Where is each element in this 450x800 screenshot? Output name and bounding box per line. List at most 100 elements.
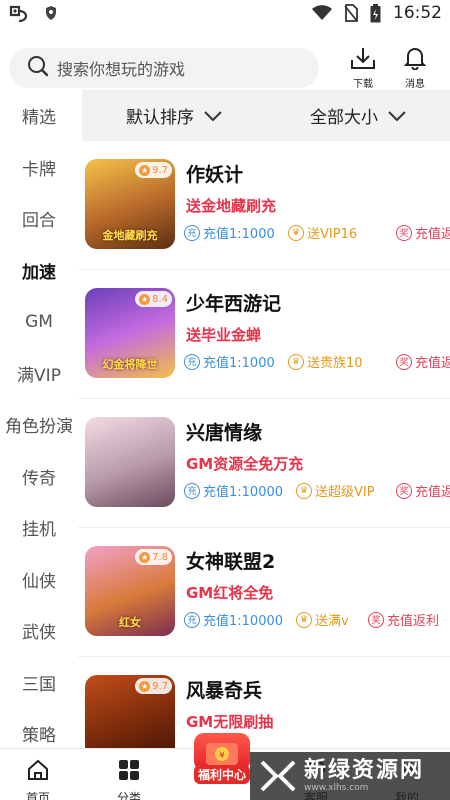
crown-icon: ♛ (288, 224, 304, 241)
game-thumbnail: 幻金将降世 ★ 8.4 (85, 288, 175, 378)
search-bar[interactable]: 搜索你想玩的游戏 (9, 48, 319, 88)
game-promo: 送毕业金蝉 (186, 326, 262, 344)
watermark-title: 新绿资源网 (304, 758, 425, 783)
tab-welfare[interactable]: ¥ 福利中心 (190, 733, 254, 793)
status-time: 16:52 (393, 3, 442, 23)
game-card[interactable]: 兴唐情缘GM资源全免万充卡牌·养成754人在玩充充值1:10000♛送超级VIP… (78, 399, 450, 528)
tab-home-label: 首页 (25, 791, 50, 800)
sidebar-item[interactable]: 武侠 (0, 605, 78, 657)
recharge-icon: 充 (184, 353, 200, 370)
sidebar-item[interactable]: 卡牌 (0, 142, 78, 194)
sidebar-item[interactable]: 加速 (0, 245, 78, 297)
sidebar-item[interactable]: 传奇 (0, 451, 78, 503)
home-icon (27, 759, 49, 785)
tag-label: 充值1:1000 (203, 227, 275, 242)
recharge-icon: 充 (184, 224, 200, 241)
game-list: 金地藏刷充★9.7作妖计送金地藏刷充卡牌·三国3.2w人在玩充充值1:1000♛… (78, 141, 450, 748)
tag-label: 充值返利 (387, 614, 440, 629)
crown-icon: ♛ (296, 482, 312, 499)
search-input[interactable]: 搜索你想玩的游戏 (57, 56, 185, 80)
search-icon (27, 55, 49, 81)
game-promo: GM无限刷抽 (186, 713, 274, 731)
sort-label: 默认排序 (126, 108, 194, 128)
game-tag: ♛ 送VIP16 (288, 223, 357, 242)
sidebar-item[interactable]: 仙侠 (0, 554, 78, 606)
sidebar-item[interactable]: 三国 (0, 657, 78, 709)
recharge-icon: 充 (184, 482, 200, 499)
size-dropdown[interactable]: 全部大小 (266, 103, 450, 128)
header: 搜索你想玩的游戏 下载 消息 (0, 38, 450, 96)
star-icon: ★ (139, 680, 151, 692)
app-logo-icon (8, 4, 30, 22)
tag-row: 充充值1:1000 ♛送贵族10 奖充值返利 (184, 352, 450, 374)
grid-icon (118, 759, 140, 785)
sidebar-item[interactable]: 精选 (0, 90, 78, 142)
sort-dropdown[interactable]: 默认排序 (82, 103, 266, 128)
game-tag: 充充值1:10000 (184, 610, 283, 629)
game-tag: ♛ 送超级VIP (296, 481, 375, 500)
crown-icon: ♛ (288, 353, 304, 370)
game-tag: 充充值1:1000 (184, 223, 275, 242)
game-tag: 充充值1:1000 (184, 352, 275, 371)
svg-text:¥: ¥ (219, 751, 225, 761)
star-icon: ★ (139, 164, 151, 176)
game-card[interactable]: 金地藏刷充★9.7作妖计送金地藏刷充卡牌·三国3.2w人在玩充充值1:1000♛… (78, 141, 450, 270)
game-tag: ♛ 送贵族10 (288, 352, 363, 371)
wifi-icon (312, 5, 332, 21)
reward-icon: 奖 (396, 224, 412, 241)
category-sidebar: 精选 卡牌 回合 加速 GM 满VIP 角色扮演 传奇 挂机 仙侠 武侠 三国 策略 (0, 90, 78, 748)
watermark-overlay: 新绿资源网 www.xlhs.com (250, 752, 450, 800)
sidebar-item[interactable]: 挂机 (0, 502, 78, 554)
messages-button[interactable]: 消息 (395, 46, 435, 90)
chevron-down-icon (204, 106, 222, 126)
rating-badge: ★ 9.7 (135, 678, 172, 694)
download-button[interactable]: 下载 (343, 46, 383, 90)
bell-icon (403, 46, 427, 74)
star-icon: ★ (139, 551, 151, 563)
status-bar: 16:52 (0, 0, 450, 26)
watermark-url: www.xlhs.com (304, 783, 369, 793)
download-icon (350, 46, 376, 74)
game-thumbnail (85, 417, 175, 507)
sidebar-item[interactable]: GM (0, 296, 78, 348)
sidebar-item[interactable]: 满VIP (0, 348, 78, 400)
tag-label: 送满v (315, 614, 349, 629)
tag-label: 充值返利 (415, 227, 450, 242)
reward-icon: 奖 (396, 482, 412, 499)
crown-icon: ♛ (296, 611, 312, 628)
game-promo: GM红将全免 (186, 584, 274, 602)
game-tag: 奖充值返利 (368, 610, 439, 629)
messages-label: 消息 (405, 79, 425, 90)
game-card[interactable]: 10000★9.7风暴奇兵GM无限刷抽卡牌·魔幻4.9w人在玩 (78, 657, 450, 748)
thumbnail-caption: 幻金将降世 (102, 358, 158, 371)
tab-category-label: 分类 (116, 791, 141, 800)
filter-bar: 默认排序 全部大小 (82, 90, 450, 141)
sidebar-item[interactable]: 策略 (0, 708, 78, 748)
sidebar-item[interactable]: 回合 (0, 193, 78, 245)
recharge-icon: 充 (184, 611, 200, 628)
size-label: 全部大小 (310, 108, 378, 128)
tab-home[interactable]: 首页 (8, 749, 68, 800)
game-name: 少年西游记 (186, 293, 282, 315)
game-name: 女神联盟2 (186, 551, 276, 573)
rating-value: 7.8 (152, 551, 168, 563)
tag-label: 充值1:10000 (203, 485, 284, 500)
game-card[interactable]: 红女★7.8女神联盟2GM红将全免卡牌·魔幻1.5w人在玩充充值1:10000♛… (78, 528, 450, 657)
tab-category[interactable]: 分类 (99, 749, 159, 800)
game-tag: 奖充值返利 (396, 223, 450, 242)
tag-label: 充值1:1000 (203, 356, 275, 371)
game-name: 兴唐情缘 (186, 422, 263, 444)
tag-label: 充值返利 (415, 485, 450, 500)
tag-label: 充值返利 (415, 356, 450, 371)
app-screen: 16:52 搜索你想玩的游戏 下载 消息 精选 卡牌 回合 加速 GM 满VIP 角色扮演传… (0, 0, 450, 800)
tag-row: 充充值1:1000 ♛送VIP16 奖充值返利 (184, 223, 450, 245)
game-tag: 充充值1:10000 (184, 481, 283, 500)
download-label: 下载 (353, 79, 373, 90)
game-tag: 奖充值返利 (396, 352, 450, 371)
reward-icon: 奖 (396, 353, 412, 370)
game-card[interactable]: 幻金将降世★8.4少年西游记送毕业金蝉卡牌·西游11.7w人在玩充充值1:100… (78, 270, 450, 399)
sidebar-item[interactable]: 角色扮演 (0, 399, 78, 451)
tag-row: 充充值1:10000 ♛ 送满v 奖充值返利 (184, 610, 450, 632)
rating-badge: ★ 9.7 (135, 162, 172, 178)
tag-row: 充充值1:10000 ♛送超级VIP 奖充值返利 (184, 481, 450, 503)
